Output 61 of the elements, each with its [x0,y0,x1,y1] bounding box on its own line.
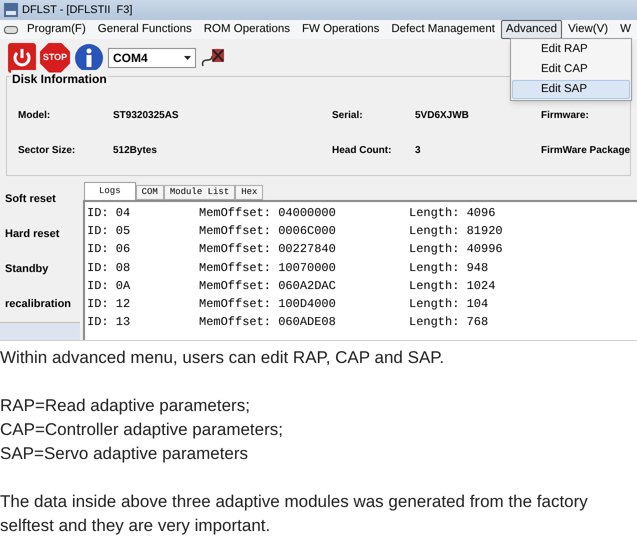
log-id: ID: 13 [87,314,132,332]
menu-item[interactable]: Program(F) [21,20,92,40]
log-offset: MemOffset: 00227840 [199,241,337,258]
menu-option[interactable]: Edit SAP [512,80,630,99]
log-offset: MemOffset: 060A2DAC [199,278,337,295]
log-offset: MemOffset: 10070000 [199,260,337,277]
tab[interactable]: Hex [235,185,264,200]
info-label: Model: [18,109,52,123]
power-icon[interactable] [8,42,36,72]
log-id: ID: 05 [87,223,132,240]
info-label: Serial: [332,109,364,123]
info-icon[interactable] [74,42,104,72]
log-length: Length: 4096 [409,205,496,222]
menu-item[interactable]: Advanced [500,20,562,40]
window-title: DFLST - [DFLSTII F3] [22,2,132,18]
log-length: Length: 81920 [409,223,504,240]
info-label: Sector Size: [18,144,76,158]
log-id: ID: 08 [87,260,132,277]
side-command-button[interactable]: Soft reset [5,182,80,217]
log-length: Length: 104 [409,296,490,313]
stop-sign-button[interactable]: STOP [40,42,70,72]
log-id: ID: 12 [87,296,132,313]
info-label: Head Count: [332,144,392,158]
side-command-button[interactable]: recalibration [5,287,80,322]
menu-item[interactable]: ROM Operations [198,20,296,40]
menu-item[interactable]: View(V) [562,20,614,40]
menu-item[interactable]: W [614,20,637,40]
info-label: Firmware: [541,109,590,123]
menu-item[interactable]: FW Operations [296,20,386,40]
log-offset: MemOffset: 100D4000 [199,296,337,313]
log-length: Length: 1024 [409,278,496,295]
tab[interactable]: COM [136,185,164,200]
drive-icon [4,26,18,34]
log-length: Length: 40996 [409,241,504,258]
dropdown-arrow-icon [184,56,191,60]
side-command-button[interactable]: Hard reset [5,217,80,252]
log-length: Length: 948 [409,260,490,277]
log-id: ID: 06 [87,241,132,258]
port-dropdown[interactable]: COM4 [108,48,196,68]
description-paragraph: Within advanced menu, users can edit RAP, CAP and SAP. [0,347,446,369]
log-length: Length: 768 [409,314,490,332]
log-id: ID: 0A [87,278,132,295]
menu-option[interactable]: Edit RAP [512,40,630,60]
tab[interactable]: Logs [84,182,136,200]
info-value: 3 [415,144,422,158]
log-offset: MemOffset: 04000000 [199,205,337,222]
side-command-button[interactable]: Standby [5,252,80,287]
description-paragraph: RAP=Read adaptive parameters; CAP=Controller adaptive parameters; SAP=Servo adaptive parameters [0,395,284,465]
log-offset: MemOffset: 0006C000 [199,223,337,240]
info-value: ST9320325AS [113,109,180,123]
menu-option[interactable]: Edit CAP [512,60,630,80]
info-label: FirmWare Package [541,144,632,158]
menu-item[interactable]: Defect Management [385,20,501,40]
tab[interactable]: Module List [164,185,236,200]
log-offset: MemOffset: 060ADE08 [199,314,337,332]
log-id: ID: 04 [87,205,132,222]
info-value: 5VD6XJWB [415,109,470,123]
app-logo-icon [4,3,18,17]
info-value: 512Bytes [113,144,158,158]
description-paragraph: The data inside above three adaptive modules was generated from the factory selftest and they are very important. [0,491,589,537]
menu-item[interactable]: General Functions [92,20,198,40]
